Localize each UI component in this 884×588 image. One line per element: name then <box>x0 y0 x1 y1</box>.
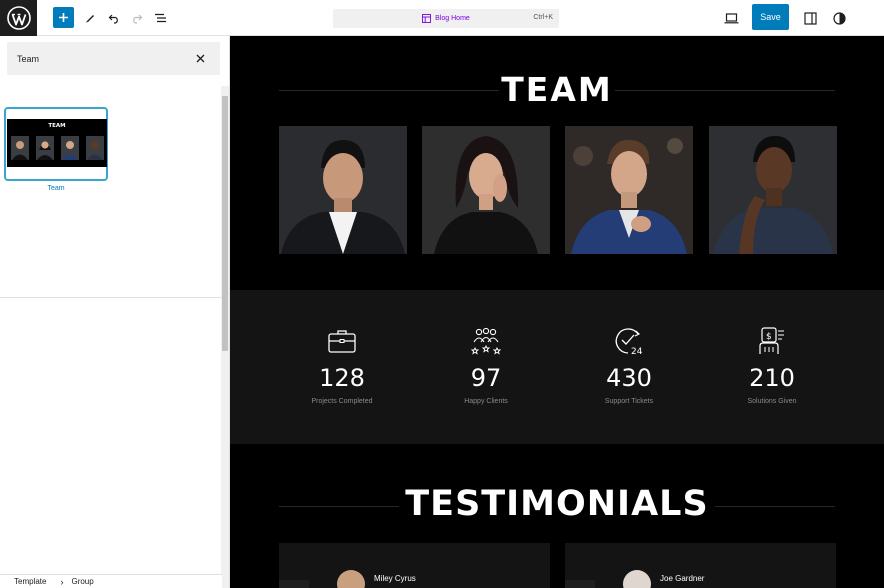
keyboard-shortcut: Ctrl+K <box>533 14 553 21</box>
svg-text:24: 24 <box>631 347 643 356</box>
search-input[interactable] <box>17 42 187 75</box>
man-suit-image <box>279 126 407 254</box>
svg-text:$: $ <box>766 332 772 342</box>
team-member-photo[interactable] <box>565 126 693 254</box>
card-accent <box>279 580 309 588</box>
stat-value: 210 <box>749 364 795 392</box>
stat-label: Solutions Given <box>747 398 797 405</box>
stats-section: 128 Projects Completed 97 Happy Clients <box>230 290 884 444</box>
testimonial-name: Miley Cyrus <box>374 574 416 583</box>
styles-button[interactable] <box>831 6 847 30</box>
solution-icon: $ <box>759 327 784 354</box>
card-accent <box>565 580 595 588</box>
woman-image <box>422 126 550 254</box>
stat-label: Support Tickets <box>604 398 654 405</box>
stat-value: 128 <box>319 364 365 392</box>
team-member-photo[interactable] <box>422 126 550 254</box>
thumbnail-photo <box>86 136 104 160</box>
wordpress-icon <box>6 6 31 30</box>
testimonial-name: Joe Gardner <box>660 574 705 583</box>
document-title-text: Blog Home <box>435 15 470 22</box>
briefcase-icon <box>328 330 356 353</box>
tools-button[interactable] <box>83 6 97 30</box>
command-bar[interactable]: Blog Home Ctrl+K <box>333 9 559 28</box>
redo-button[interactable] <box>130 6 144 30</box>
thumbnail-title: TEAM <box>48 123 66 129</box>
redo-icon <box>133 14 143 24</box>
team-heading-row: TEAM <box>230 70 884 110</box>
divider <box>0 297 222 298</box>
undo-button[interactable] <box>107 6 121 30</box>
sidebar-icon <box>803 11 817 25</box>
thumbnail-photo <box>11 136 29 160</box>
block-inserter-panel: TEAM Team Template › <box>0 36 230 588</box>
breadcrumb-group[interactable]: Group <box>71 577 93 586</box>
template-icon <box>422 14 432 23</box>
group-stars-icon <box>471 327 501 355</box>
close-icon <box>196 54 204 62</box>
pattern-team[interactable]: TEAM <box>4 107 108 181</box>
list-view-button[interactable] <box>153 6 168 30</box>
team-member-photo[interactable] <box>709 126 837 254</box>
sidebar-scrollbar[interactable] <box>221 86 229 588</box>
editor-toolbar: Blog Home Ctrl+K Save <box>0 0 884 36</box>
chevron-right-icon: › <box>60 576 64 587</box>
scrollbar-thumb[interactable] <box>222 96 228 351</box>
clear-search-button[interactable] <box>194 52 206 64</box>
plus-icon <box>59 13 68 22</box>
add-block-button[interactable] <box>53 7 74 28</box>
breadcrumb-template[interactable]: Template <box>14 577 46 586</box>
pattern-thumbnail: TEAM <box>7 119 107 167</box>
preview-device-button[interactable] <box>723 6 740 30</box>
testimonials-heading-row: TESTIMONIALS <box>230 484 884 528</box>
editor-canvas[interactable]: TEAM 128 Projects Completed 97 Happy Cli… <box>230 36 884 588</box>
pen-icon <box>86 15 94 23</box>
settings-sidebar-button[interactable] <box>802 6 818 30</box>
pattern-search <box>7 42 220 75</box>
laptop-icon <box>724 12 739 23</box>
avatar <box>337 570 365 588</box>
thumbnail-photo <box>61 136 79 160</box>
avatar <box>623 570 651 588</box>
thumbnail-photo <box>36 136 54 160</box>
site-editor: Blog Home Ctrl+K Save Team TEAM Team Tem… <box>0 0 884 588</box>
undo-icon <box>108 14 118 24</box>
man-tie-image <box>565 126 693 254</box>
save-button[interactable]: Save <box>752 4 789 30</box>
stat-value: 430 <box>606 364 652 392</box>
testimonial-card[interactable]: Miley Cyrus <box>279 543 550 588</box>
testimonials-heading[interactable]: TESTIMONIALS <box>230 484 884 524</box>
stat-label: Projects Completed <box>311 398 373 405</box>
clock-24-icon: 24 <box>615 328 643 356</box>
stat-label: Happy Clients <box>464 398 508 405</box>
testimonial-card[interactable]: Joe Gardner <box>565 543 836 588</box>
document-title[interactable]: Blog Home <box>333 9 559 28</box>
team-heading[interactable]: TEAM <box>230 70 884 109</box>
contrast-icon <box>832 11 846 25</box>
wordpress-logo-button[interactable] <box>0 0 37 36</box>
block-breadcrumb: Template › Group <box>0 574 222 588</box>
stat-value: 97 <box>470 364 502 392</box>
team-member-photo[interactable] <box>279 126 407 254</box>
list-view-icon <box>155 13 166 23</box>
pattern-label[interactable]: Team <box>4 185 108 192</box>
man-thinking-image <box>709 126 837 254</box>
